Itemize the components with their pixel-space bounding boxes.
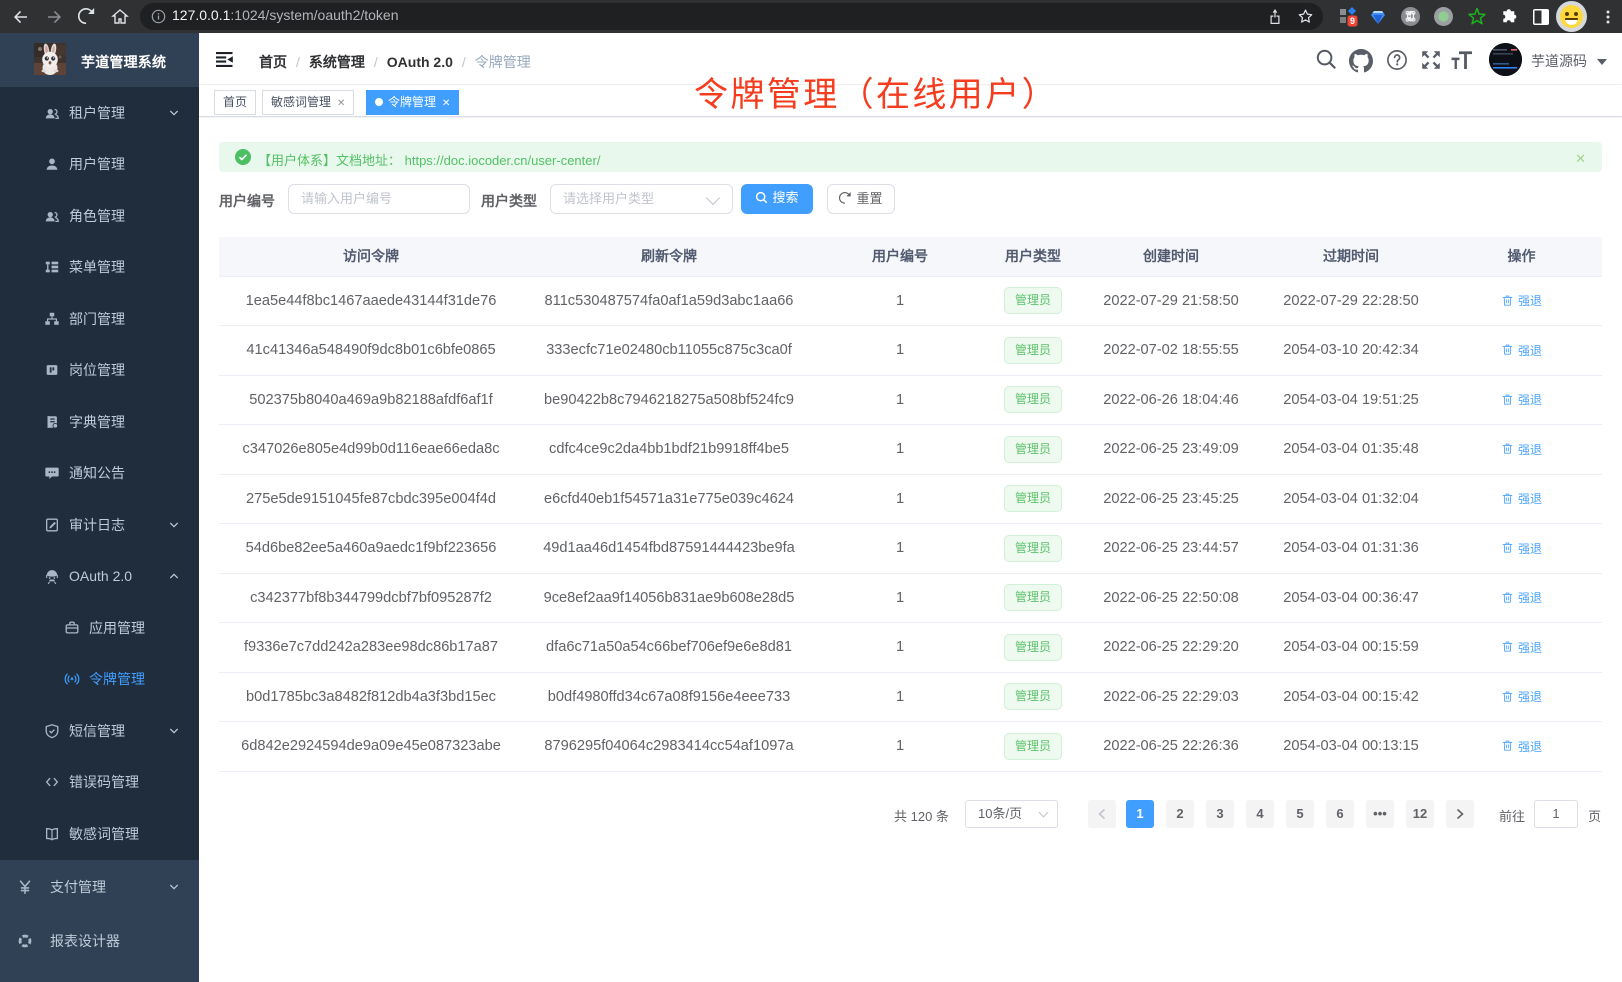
svg-text:9: 9 [1349, 16, 1354, 26]
